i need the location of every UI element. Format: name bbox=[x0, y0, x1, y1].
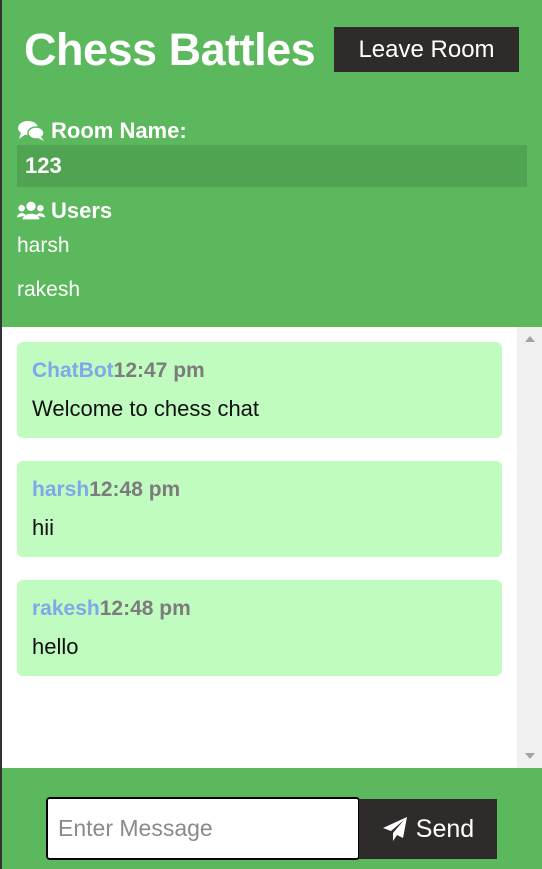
message-text: hii bbox=[32, 515, 55, 540]
message-username: harsh bbox=[32, 478, 90, 501]
user-list-item: rakesh bbox=[17, 278, 81, 301]
message-meta: harsh12:48 pm bbox=[32, 478, 180, 502]
comments-icon bbox=[18, 121, 45, 141]
paper-plane-icon bbox=[382, 817, 407, 841]
message-text: hello bbox=[32, 634, 79, 659]
message-username: rakesh bbox=[32, 597, 100, 620]
chat-header: Chess Battles Leave Room bbox=[2, 0, 542, 100]
chat-app: Chess Battles Leave Room Room Name: 123 bbox=[2, 0, 542, 869]
users-icon bbox=[17, 201, 45, 220]
message-meta: rakesh12:48 pm bbox=[32, 597, 191, 621]
chat-message: ChatBot12:47 pm Welcome to chess chat bbox=[17, 342, 502, 438]
scroll-up-arrow-icon[interactable] bbox=[525, 336, 535, 342]
users-label: Users bbox=[51, 198, 113, 223]
message-meta: ChatBot12:47 pm bbox=[32, 359, 205, 383]
message-time: 12:48 pm bbox=[99, 597, 191, 620]
scroll-down-arrow-icon[interactable] bbox=[525, 753, 535, 759]
message-username: ChatBot bbox=[32, 359, 114, 382]
user-list-item: harsh bbox=[17, 234, 70, 257]
room-name-value: 123 bbox=[17, 145, 527, 187]
send-button[interactable]: Send bbox=[359, 799, 497, 859]
send-button-label: Send bbox=[415, 814, 475, 843]
room-name-heading: Room Name: bbox=[17, 118, 187, 144]
chat-form: Send bbox=[2, 768, 542, 869]
messages-scrollbar[interactable] bbox=[517, 327, 542, 768]
chat-message: harsh12:48 pm hii bbox=[17, 461, 502, 557]
users-heading: Users bbox=[17, 198, 112, 224]
message-text: Welcome to chess chat bbox=[32, 396, 260, 421]
chat-sidebar: Room Name: 123 Users harsh rakesh bbox=[2, 100, 542, 326]
app-title: Chess Battles bbox=[24, 24, 316, 75]
leave-room-button[interactable]: Leave Room bbox=[334, 27, 519, 72]
chat-messages-area[interactable]: ChatBot12:47 pm Welcome to chess chat ha… bbox=[2, 327, 542, 768]
message-time: 12:47 pm bbox=[113, 359, 205, 382]
message-input[interactable] bbox=[46, 797, 360, 860]
message-time: 12:48 pm bbox=[89, 478, 181, 501]
room-name-label: Room Name: bbox=[51, 118, 187, 143]
message-list: ChatBot12:47 pm Welcome to chess chat ha… bbox=[2, 327, 517, 768]
chat-message: rakesh12:48 pm hello bbox=[17, 580, 502, 676]
